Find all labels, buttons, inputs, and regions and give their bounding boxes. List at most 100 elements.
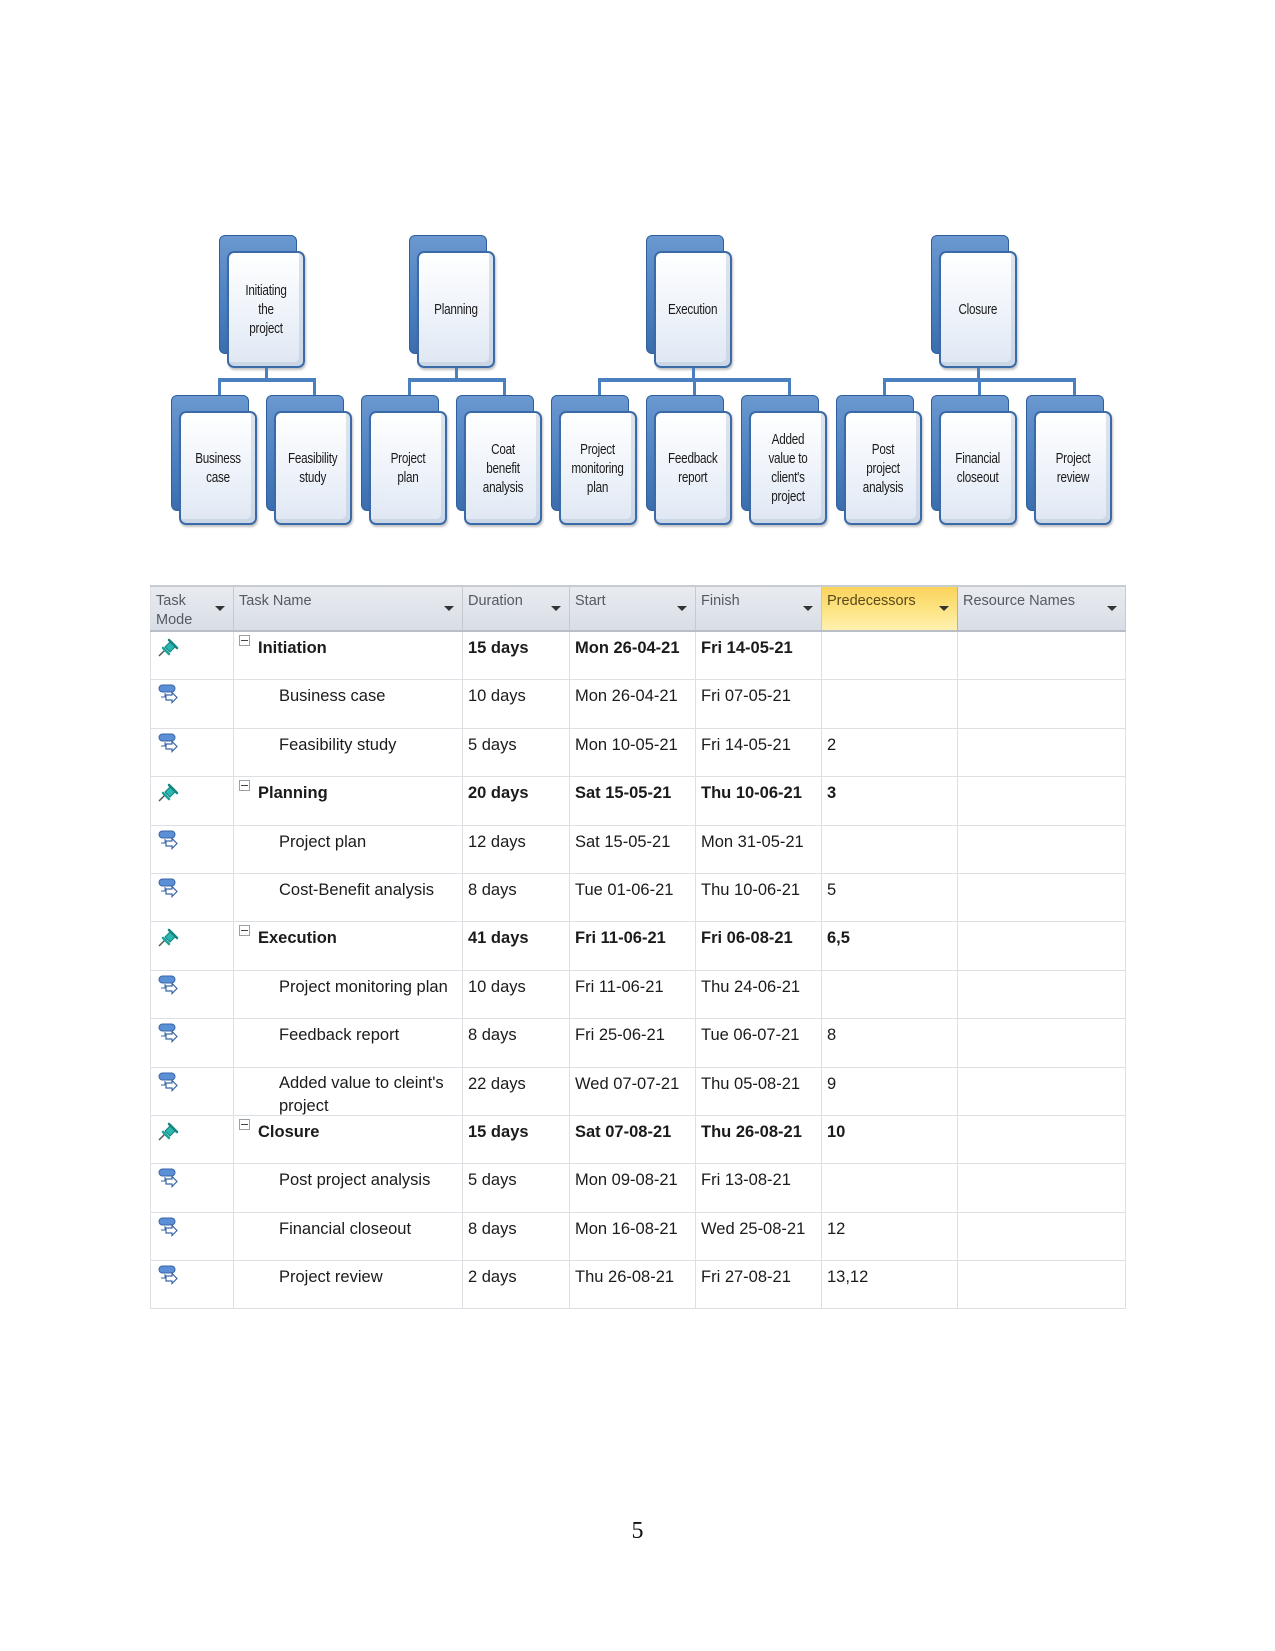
predecessors-cell[interactable]: 5 [822, 873, 958, 922]
predecessors-cell[interactable]: 3 [822, 777, 958, 825]
task-name-cell[interactable]: Execution [234, 922, 463, 970]
resource-names-cell[interactable] [958, 632, 1126, 680]
finish-date-cell[interactable]: Thu 05-08-21 [696, 1067, 822, 1115]
start-date-cell[interactable]: Mon 26-04-21 [570, 632, 696, 680]
collapse-toggle-icon[interactable] [239, 780, 250, 792]
finish-date-cell[interactable]: Thu 10-06-21 [696, 777, 822, 825]
task-mode-cell[interactable] [150, 632, 234, 680]
resource-names-cell[interactable] [958, 825, 1126, 873]
task-name-cell[interactable]: Project monitoring plan [234, 970, 463, 1019]
column-header-duration[interactable]: Duration [463, 587, 570, 630]
collapse-toggle-icon[interactable] [239, 1118, 250, 1130]
predecessors-cell[interactable] [822, 1164, 958, 1212]
finish-date-cell[interactable]: Tue 06-07-21 [696, 1019, 822, 1067]
task-mode-cell[interactable] [150, 1212, 234, 1261]
resource-names-cell[interactable] [958, 680, 1126, 728]
task-name-cell[interactable]: Business case [234, 680, 463, 728]
task-mode-cell[interactable] [150, 680, 234, 728]
summary-task-row[interactable]: Closure 15 days Sat 07-08-21 Thu 26-08-21 10 [150, 1115, 1126, 1165]
resource-names-cell[interactable] [958, 1115, 1126, 1164]
collapse-toggle-icon[interactable] [239, 925, 250, 937]
column-header-task-name[interactable]: Task Name [234, 587, 463, 630]
duration-cell[interactable]: 12 days [463, 825, 570, 873]
start-date-cell[interactable]: Tue 01-06-21 [570, 873, 696, 922]
duration-cell[interactable]: 41 days [463, 922, 570, 970]
dropdown-arrow-icon[interactable] [677, 606, 687, 611]
resource-names-cell[interactable] [958, 777, 1126, 825]
start-date-cell[interactable]: Fri 11-06-21 [570, 922, 696, 970]
duration-cell[interactable]: 15 days [463, 632, 570, 680]
task-name-cell[interactable]: Closure [234, 1115, 463, 1164]
finish-date-cell[interactable]: Thu 10-06-21 [696, 873, 822, 922]
dropdown-arrow-icon[interactable] [551, 606, 561, 611]
start-date-cell[interactable]: Sat 15-05-21 [570, 777, 696, 825]
start-date-cell[interactable]: Wed 07-07-21 [570, 1067, 696, 1115]
duration-cell[interactable]: 10 days [463, 680, 570, 728]
predecessors-cell[interactable]: 10 [822, 1115, 958, 1164]
duration-cell[interactable]: 2 days [463, 1261, 570, 1309]
task-row[interactable]: Business case 10 days Mon 26-04-21 Fri 07-0… [150, 680, 1126, 729]
task-name-cell[interactable]: Project plan [234, 825, 463, 873]
task-mode-cell[interactable] [150, 873, 234, 922]
task-name-cell[interactable]: Project review [234, 1261, 463, 1309]
finish-date-cell[interactable]: Mon 31-05-21 [696, 825, 822, 873]
duration-cell[interactable]: 8 days [463, 1019, 570, 1067]
dropdown-arrow-icon[interactable] [1107, 606, 1117, 611]
duration-cell[interactable]: 10 days [463, 970, 570, 1019]
duration-cell[interactable]: 5 days [463, 1164, 570, 1212]
start-date-cell[interactable]: Mon 09-08-21 [570, 1164, 696, 1212]
start-date-cell[interactable]: Sat 07-08-21 [570, 1115, 696, 1164]
task-mode-cell[interactable] [150, 970, 234, 1019]
task-row[interactable]: Post project analysis 5 days Mon 09-08-21 F… [150, 1164, 1126, 1213]
finish-date-cell[interactable]: Wed 25-08-21 [696, 1212, 822, 1261]
task-name-cell[interactable]: Planning [234, 777, 463, 825]
predecessors-cell[interactable] [822, 632, 958, 680]
duration-cell[interactable]: 8 days [463, 1212, 570, 1261]
start-date-cell[interactable]: Thu 26-08-21 [570, 1261, 696, 1309]
task-name-cell[interactable]: Financial closeout [234, 1212, 463, 1261]
task-row[interactable]: Feedback report 8 days Fri 25-06-21 Tue 06-… [150, 1019, 1126, 1068]
duration-cell[interactable]: 15 days [463, 1115, 570, 1164]
task-mode-cell[interactable] [150, 1164, 234, 1212]
task-mode-cell[interactable] [150, 922, 234, 970]
predecessors-cell[interactable]: 8 [822, 1019, 958, 1067]
start-date-cell[interactable]: Mon 26-04-21 [570, 680, 696, 728]
task-mode-cell[interactable] [150, 1019, 234, 1067]
task-name-cell[interactable]: Feedback report [234, 1019, 463, 1067]
finish-date-cell[interactable]: Fri 27-08-21 [696, 1261, 822, 1309]
summary-task-row[interactable]: Initiation 15 days Mon 26-04-21 Fri 14-05-2… [150, 632, 1126, 681]
finish-date-cell[interactable]: Fri 13-08-21 [696, 1164, 822, 1212]
dropdown-arrow-icon[interactable] [939, 606, 949, 611]
duration-cell[interactable]: 22 days [463, 1067, 570, 1115]
resource-names-cell[interactable] [958, 1067, 1126, 1115]
predecessors-cell[interactable] [822, 825, 958, 873]
summary-task-row[interactable]: Planning 20 days Sat 15-05-21 Thu 10-06-21 3 [150, 777, 1126, 826]
task-name-cell[interactable]: Feasibility study [234, 728, 463, 777]
task-name-cell[interactable]: Cost-Benefit analysis [234, 873, 463, 922]
predecessors-cell[interactable]: 2 [822, 728, 958, 777]
start-date-cell[interactable]: Fri 11-06-21 [570, 970, 696, 1019]
start-date-cell[interactable]: Mon 16-08-21 [570, 1212, 696, 1261]
column-header-start[interactable]: Start [570, 587, 696, 630]
duration-cell[interactable]: 20 days [463, 777, 570, 825]
predecessors-cell[interactable]: 13,12 [822, 1261, 958, 1309]
resource-names-cell[interactable] [958, 873, 1126, 922]
dropdown-arrow-icon[interactable] [444, 606, 454, 611]
task-row[interactable]: Financial closeout 8 days Mon 16-08-21 Wed … [150, 1212, 1126, 1262]
summary-task-row[interactable]: Execution 41 days Fri 11-06-21 Fri 06-08-21… [150, 922, 1126, 971]
start-date-cell[interactable]: Fri 25-06-21 [570, 1019, 696, 1067]
finish-date-cell[interactable]: Fri 06-08-21 [696, 922, 822, 970]
task-name-cell[interactable]: Initiation [234, 632, 463, 680]
predecessors-cell[interactable] [822, 970, 958, 1019]
task-mode-cell[interactable] [150, 1067, 234, 1115]
task-mode-cell[interactable] [150, 1261, 234, 1309]
task-row[interactable]: Feasibility study 5 days Mon 10-05-21 Fri 1… [150, 728, 1126, 778]
resource-names-cell[interactable] [958, 1164, 1126, 1212]
finish-date-cell[interactable]: Thu 26-08-21 [696, 1115, 822, 1164]
column-header-task-mode[interactable]: Task Mode [150, 587, 234, 630]
task-name-cell[interactable]: Added value to cleint's project [234, 1067, 463, 1115]
task-mode-cell[interactable] [150, 1115, 234, 1164]
resource-names-cell[interactable] [958, 1261, 1126, 1309]
resource-names-cell[interactable] [958, 1019, 1126, 1067]
task-mode-cell[interactable] [150, 777, 234, 825]
